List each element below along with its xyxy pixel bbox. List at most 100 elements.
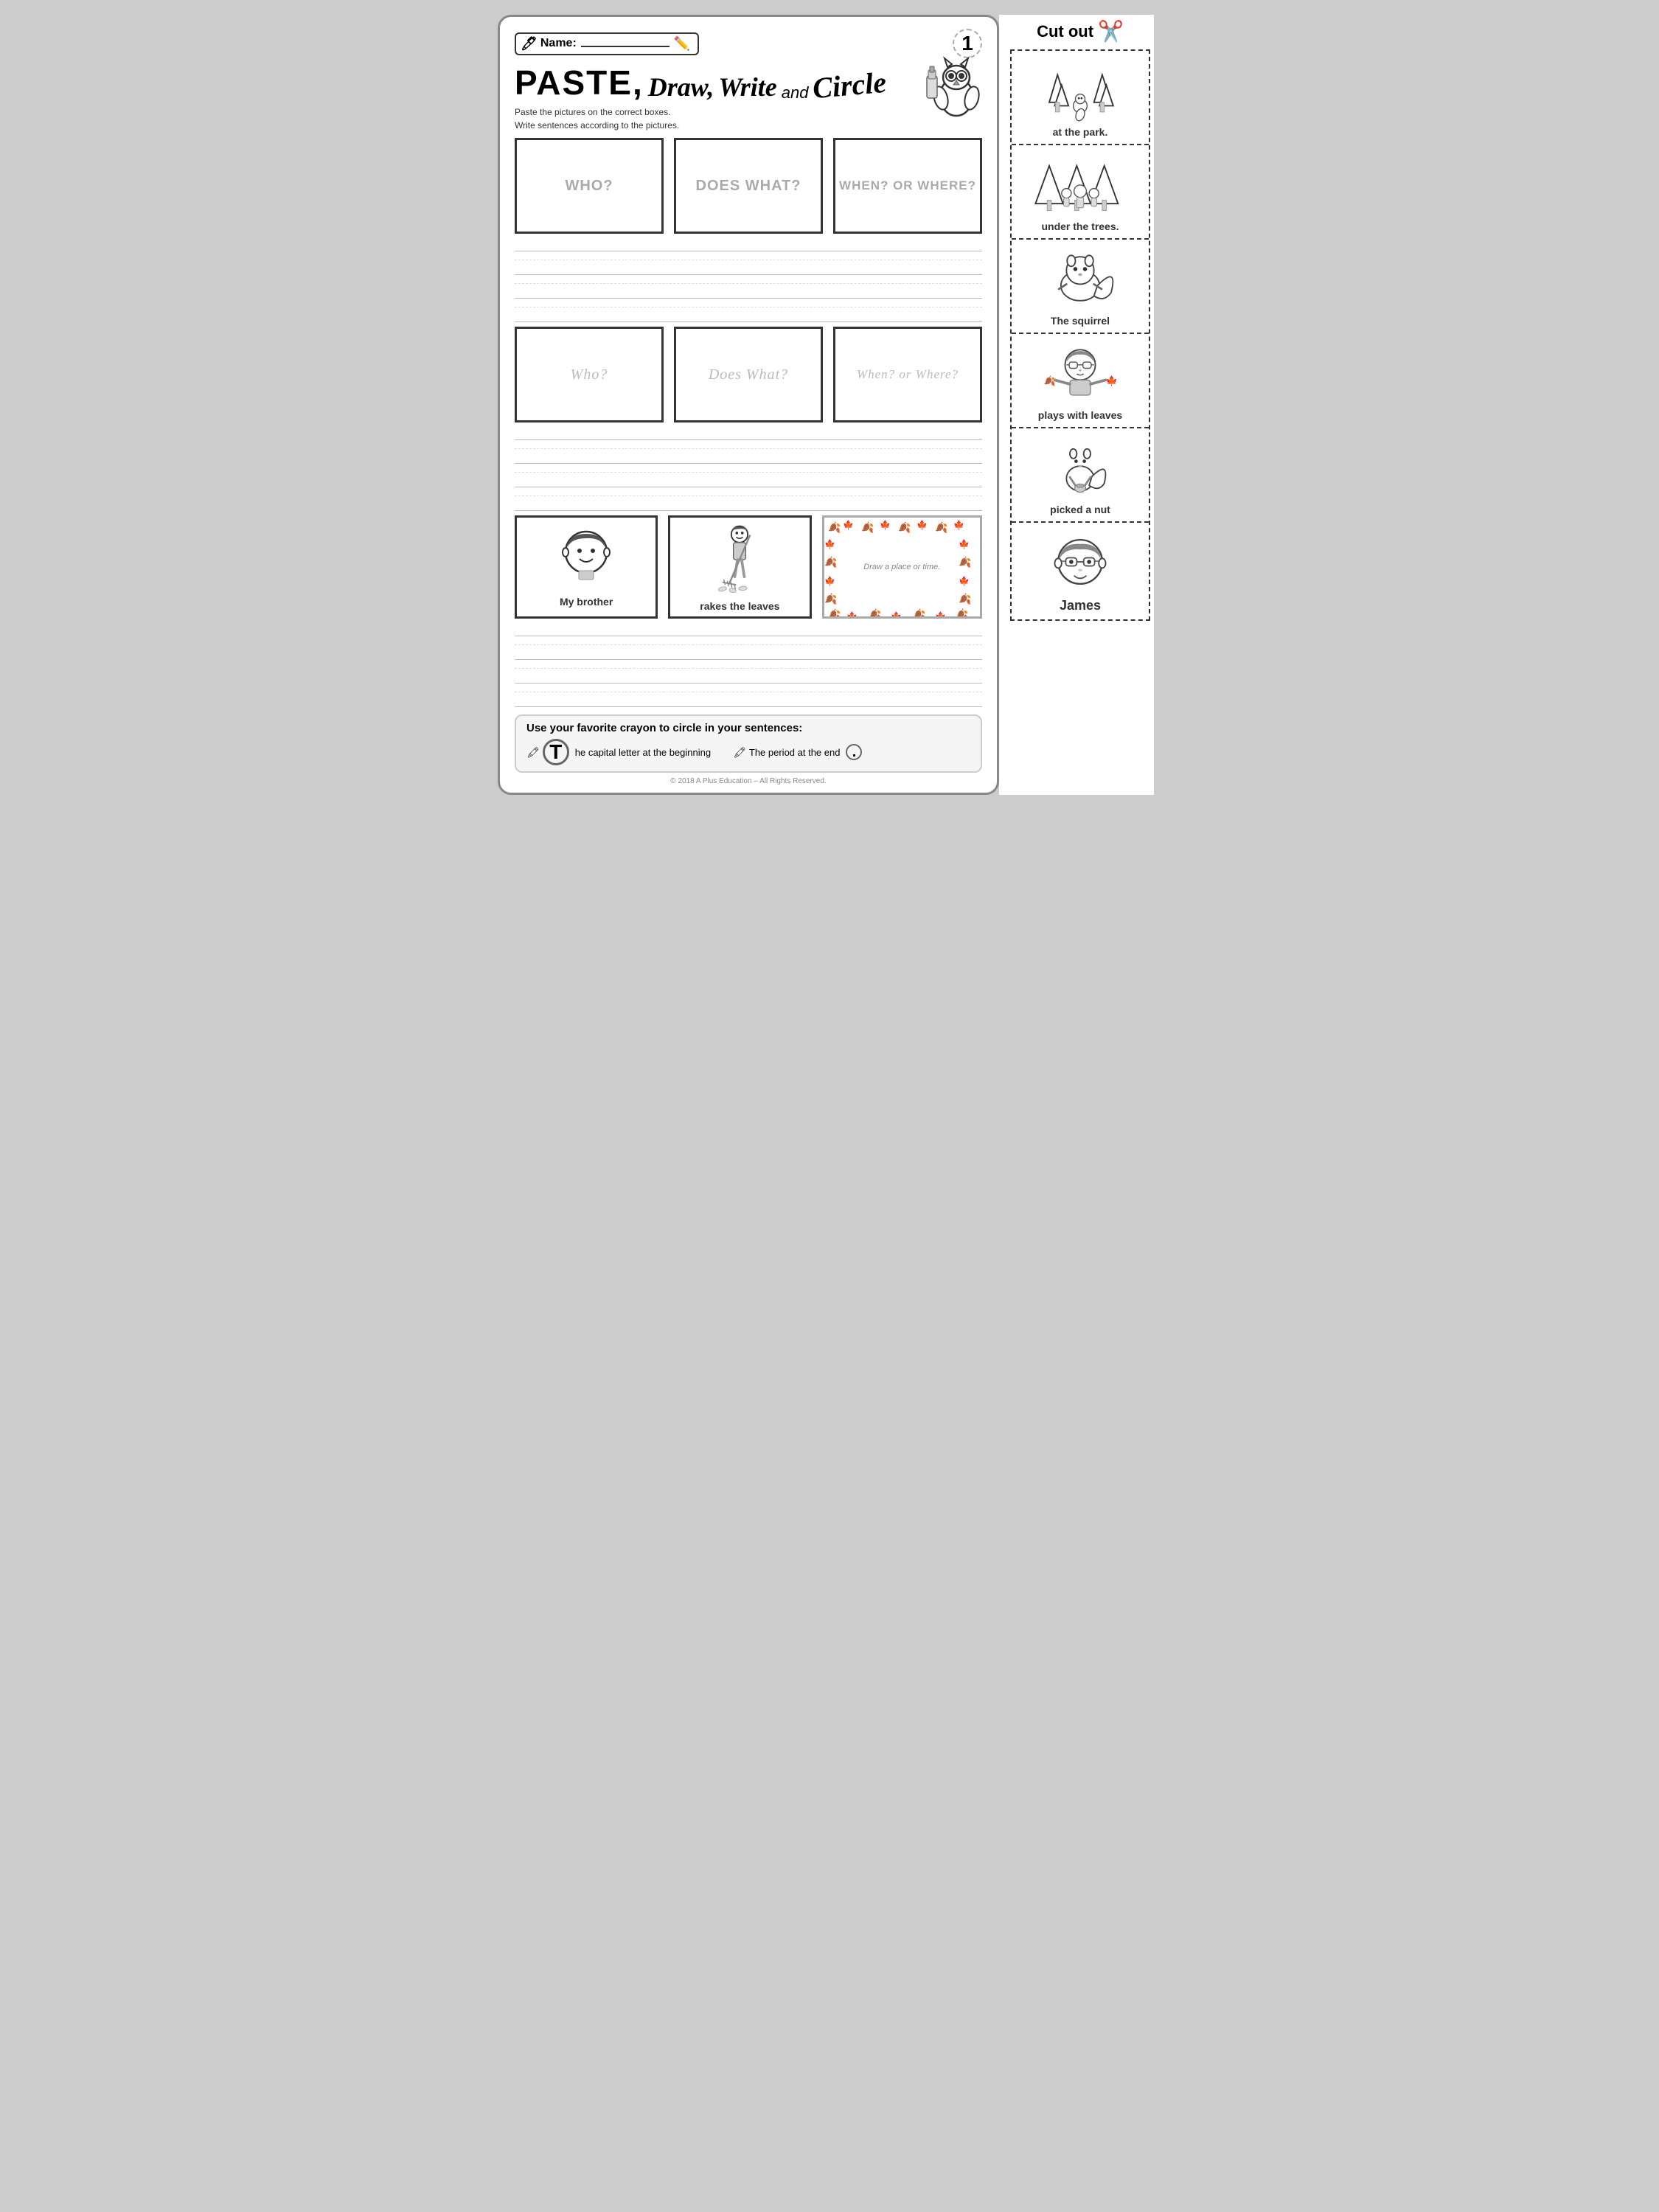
write-line[interactable] xyxy=(515,425,982,440)
cutout-label-trees: under the trees. xyxy=(1041,220,1119,232)
park-image xyxy=(1029,57,1132,123)
capital-letter-item: 🖍 T he capital letter at the beginning xyxy=(526,739,711,765)
svg-text:🍂: 🍂 xyxy=(898,521,911,534)
my-brother-box: My brother xyxy=(515,515,658,619)
svg-text:🍁: 🍁 xyxy=(959,576,970,586)
writing-lines-3 xyxy=(515,622,982,707)
james-image xyxy=(1029,529,1132,595)
circle-items: 🖍 T he capital letter at the beginning 🖍… xyxy=(526,739,970,765)
title-row: PASTE, Draw, Write and Circle xyxy=(515,63,982,102)
cutout-item-james[interactable]: James xyxy=(1012,523,1149,619)
draw-place-time-box[interactable]: 🍂 🍁 🍂 🍁 🍂 🍁 🍂 🍁 🍂 🍁 🍂 🍁 🍂 🍁 🍂 xyxy=(822,515,983,619)
bottom-instruction: Use your favorite crayon to circle in yo… xyxy=(515,714,982,773)
cutout-label-james: James xyxy=(1060,598,1101,613)
sentence-row-1: WHO? DOES WHAT? WHEN? OR WHERE? xyxy=(515,138,982,234)
does-what-box-1[interactable]: DOES WHAT? xyxy=(674,138,823,234)
svg-text:🍂: 🍂 xyxy=(828,521,841,534)
who-box-1[interactable]: WHO? xyxy=(515,138,664,234)
cutout-label-plays: plays with leaves xyxy=(1038,409,1122,421)
title-circle: Circle xyxy=(812,65,888,106)
svg-text:🍂: 🍂 xyxy=(956,608,968,619)
title-paste: PASTE, xyxy=(515,63,644,102)
svg-text:🍁: 🍁 xyxy=(917,520,928,530)
svg-text:🍁: 🍁 xyxy=(891,611,902,619)
write-line[interactable] xyxy=(515,622,982,636)
svg-text:🍁: 🍁 xyxy=(846,611,858,619)
svg-text:🍁: 🍁 xyxy=(843,520,854,530)
svg-text:🍂: 🍂 xyxy=(935,521,947,534)
draw-label: Draw a place or time. xyxy=(863,563,940,571)
cutout-label-squirrel: The squirrel xyxy=(1051,315,1110,327)
write-line-dashed[interactable] xyxy=(515,684,982,692)
cutout-item-trees[interactable]: under the trees. xyxy=(1012,145,1149,240)
svg-text:🍂: 🍂 xyxy=(1044,375,1056,386)
write-line-dashed[interactable] xyxy=(515,440,982,449)
who-box-2[interactable]: Who? xyxy=(515,327,664,422)
write-line-dashed[interactable] xyxy=(515,275,982,284)
write-line[interactable] xyxy=(515,669,982,684)
title-write: Write xyxy=(718,72,776,102)
instructions: Paste the pictures on the correct boxes.… xyxy=(515,105,982,132)
write-line[interactable] xyxy=(515,237,982,251)
cutout-item-squirrel[interactable]: The squirrel xyxy=(1012,240,1149,334)
write-line-dashed[interactable] xyxy=(515,251,982,260)
period-circle: . xyxy=(846,744,862,760)
crayon-icon-2: 🖍 xyxy=(733,746,746,759)
svg-text:🍂: 🍂 xyxy=(824,556,837,568)
trees-image xyxy=(1029,151,1132,218)
write-line[interactable] xyxy=(515,260,982,275)
svg-text:🍁: 🍁 xyxy=(953,520,964,530)
cutout-item-park[interactable]: at the park. xyxy=(1012,51,1149,145)
big-T-circle: T xyxy=(543,739,569,765)
write-line-dashed[interactable] xyxy=(515,487,982,496)
svg-text:🍂: 🍂 xyxy=(861,521,874,534)
name-label: Name: xyxy=(540,37,577,50)
copyright: © 2018 A Plus Education – All Rights Res… xyxy=(515,777,982,785)
svg-text:🍁: 🍁 xyxy=(959,539,970,549)
svg-text:🍂: 🍂 xyxy=(959,556,971,568)
svg-text:🍂: 🍂 xyxy=(828,608,841,619)
header-row: 🖊 Name: ✏️ 1 xyxy=(515,29,982,58)
write-line-dashed[interactable] xyxy=(515,636,982,645)
period-item: 🖍 The period at the end . xyxy=(733,744,862,760)
write-line[interactable] xyxy=(515,692,982,707)
cutout-title-row: Cut out ✂️ xyxy=(1037,15,1124,44)
my-brother-label: My brother xyxy=(560,596,613,608)
scissors-icon: ✂️ xyxy=(1098,19,1124,44)
write-line-dashed[interactable] xyxy=(515,299,982,307)
cutout-item-plays[interactable]: 🍂 🍁 plays with leaves xyxy=(1012,334,1149,428)
cutout-item-nut[interactable]: picked a nut xyxy=(1012,428,1149,523)
picture-row: My brother xyxy=(515,515,982,619)
cutout-title: Cut out xyxy=(1037,22,1093,41)
svg-text:🍂: 🍂 xyxy=(824,593,837,605)
write-line[interactable] xyxy=(515,307,982,322)
write-line[interactable] xyxy=(515,284,982,299)
writing-lines-2 xyxy=(515,425,982,511)
when-where-box-1[interactable]: WHEN? OR WHERE? xyxy=(833,138,982,234)
svg-text:🍂: 🍂 xyxy=(913,608,925,619)
cutout-section: Cut out ✂️ xyxy=(999,15,1154,795)
title-and: and xyxy=(782,83,809,102)
plays-image: 🍂 🍁 xyxy=(1029,340,1132,406)
title-draw: Draw, xyxy=(648,72,714,102)
when-where-box-2[interactable]: When? or Where? xyxy=(833,327,982,422)
capital-letter-text: he capital letter at the beginning xyxy=(575,747,711,758)
rakes-leaves-box: rakes the leaves xyxy=(668,515,811,619)
svg-text:🍁: 🍁 xyxy=(824,539,835,549)
write-line[interactable] xyxy=(515,645,982,660)
write-line-dashed[interactable] xyxy=(515,464,982,473)
write-line-dashed[interactable] xyxy=(515,660,982,669)
period-text: The period at the end xyxy=(749,747,841,758)
cutout-label-park: at the park. xyxy=(1053,126,1108,138)
pencil-left-icon: 🖊 xyxy=(521,36,538,52)
nut-image xyxy=(1029,434,1132,501)
name-box[interactable]: 🖊 Name: ✏️ xyxy=(515,32,699,55)
rakes-leaves-label: rakes the leaves xyxy=(700,600,779,612)
write-line[interactable] xyxy=(515,496,982,511)
write-line[interactable] xyxy=(515,449,982,464)
svg-text:🍁: 🍁 xyxy=(880,520,891,530)
owl-illustration xyxy=(916,54,982,128)
write-line[interactable] xyxy=(515,473,982,487)
does-what-box-2[interactable]: Does What? xyxy=(674,327,823,422)
instruction-line1: Paste the pictures on the correct boxes. xyxy=(515,105,982,119)
